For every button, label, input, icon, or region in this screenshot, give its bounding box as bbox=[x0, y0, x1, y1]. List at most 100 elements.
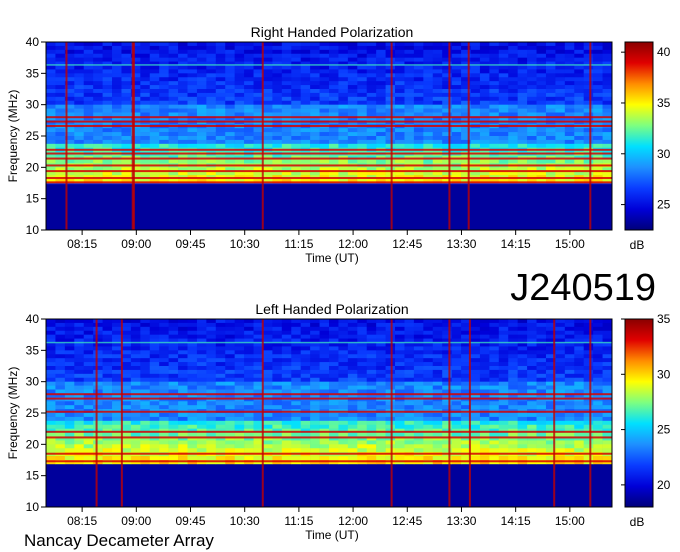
intensity-cell bbox=[470, 53, 481, 58]
intensity-cell bbox=[93, 432, 103, 437]
intensity-cell bbox=[310, 143, 320, 149]
intensity-cell bbox=[442, 440, 452, 445]
intensity-cell bbox=[215, 432, 226, 437]
intensity-cell bbox=[215, 319, 226, 324]
intensity-cell bbox=[196, 143, 207, 149]
intensity-cell bbox=[508, 362, 518, 367]
intensity-cell bbox=[225, 77, 235, 82]
intensity-cell bbox=[112, 432, 122, 437]
intensity-cell bbox=[215, 448, 226, 453]
intensity-cell bbox=[329, 45, 339, 51]
intensity-cell bbox=[121, 132, 132, 137]
intensity-cell bbox=[376, 330, 386, 335]
intensity-cell bbox=[55, 385, 66, 390]
intensity-cell bbox=[423, 350, 434, 355]
intensity-cell bbox=[432, 389, 443, 394]
intensity-cell bbox=[178, 57, 188, 62]
intensity-cell bbox=[527, 143, 537, 149]
intensity-cell bbox=[215, 401, 226, 406]
intensity-cell bbox=[272, 362, 283, 367]
intensity-cell bbox=[234, 69, 245, 74]
intensity-cell bbox=[121, 432, 132, 437]
intensity-cell bbox=[357, 362, 368, 367]
intensity-cell bbox=[262, 448, 273, 453]
intensity-cell bbox=[574, 139, 584, 145]
intensity-cell bbox=[206, 69, 217, 74]
intensity-cell bbox=[102, 132, 113, 137]
intensity-cell bbox=[178, 405, 188, 410]
intensity-cell bbox=[244, 334, 254, 339]
intensity-cell bbox=[291, 346, 301, 351]
intensity-cell bbox=[244, 366, 254, 371]
intensity-cell bbox=[178, 381, 188, 386]
colorbar-tick-label: 25 bbox=[657, 423, 671, 437]
intensity-cell bbox=[583, 73, 594, 78]
intensity-cell bbox=[140, 369, 151, 375]
intensity-cell bbox=[310, 65, 320, 70]
intensity-cell bbox=[291, 413, 301, 418]
intensity-cell bbox=[112, 136, 122, 141]
intensity-cell bbox=[310, 77, 320, 82]
intensity-cell bbox=[366, 112, 377, 117]
intensity-cell bbox=[347, 334, 358, 339]
intensity-cell bbox=[310, 319, 320, 324]
intensity-cell bbox=[357, 65, 368, 70]
intensity-cell bbox=[432, 77, 443, 82]
intensity-cell bbox=[347, 405, 358, 410]
intensity-cell bbox=[196, 369, 207, 375]
intensity-cell bbox=[451, 143, 462, 149]
intensity-cell bbox=[404, 53, 415, 58]
intensity-cell bbox=[395, 330, 405, 335]
intensity-cell bbox=[517, 77, 528, 82]
intensity-cell bbox=[479, 53, 490, 58]
intensity-cell bbox=[262, 358, 273, 363]
intensity-cell bbox=[215, 65, 226, 70]
intensity-cell bbox=[385, 330, 396, 335]
intensity-cell bbox=[517, 366, 528, 371]
intensity-cell bbox=[385, 358, 396, 363]
intensity-cell bbox=[159, 377, 169, 382]
intensity-cell bbox=[564, 346, 575, 351]
intensity-cell bbox=[83, 319, 94, 324]
intensity-cell bbox=[159, 334, 169, 339]
intensity-cell bbox=[536, 424, 547, 429]
intensity-cell bbox=[555, 420, 566, 426]
intensity-cell bbox=[404, 362, 415, 367]
intensity-cell bbox=[187, 319, 198, 324]
intensity-cell bbox=[55, 45, 66, 51]
intensity-cell bbox=[83, 334, 94, 339]
intensity-cell bbox=[46, 405, 56, 410]
intensity-cell bbox=[404, 350, 415, 355]
intensity-cell bbox=[74, 326, 85, 332]
intensity-cell bbox=[149, 92, 160, 98]
intensity-cell bbox=[385, 104, 396, 109]
intensity-cell bbox=[527, 369, 537, 375]
intensity-cell bbox=[46, 413, 56, 418]
intensity-cell bbox=[234, 92, 245, 98]
intensity-cell bbox=[536, 108, 547, 113]
intensity-cell bbox=[83, 96, 94, 102]
intensity-cell bbox=[272, 85, 283, 90]
intensity-cell bbox=[545, 128, 556, 133]
intensity-cell bbox=[413, 77, 424, 82]
intensity-cell bbox=[545, 108, 556, 113]
intensity-cell bbox=[470, 334, 481, 339]
intensity-cell bbox=[451, 112, 462, 117]
intensity-cell bbox=[272, 69, 283, 74]
intensity-cell bbox=[329, 350, 339, 355]
intensity-cell bbox=[489, 401, 500, 406]
intensity-cell bbox=[281, 49, 292, 55]
intensity-cell bbox=[423, 132, 434, 137]
intensity-cell bbox=[479, 456, 490, 461]
x-tick-label: 09:45 bbox=[175, 514, 205, 528]
intensity-cell bbox=[187, 128, 198, 133]
intensity-cell bbox=[366, 128, 377, 133]
intensity-cell bbox=[64, 354, 75, 359]
intensity-cell bbox=[300, 81, 311, 86]
intensity-cell bbox=[300, 89, 311, 94]
intensity-cell bbox=[376, 424, 386, 429]
intensity-cell bbox=[55, 53, 66, 58]
intensity-cell bbox=[234, 112, 245, 117]
intensity-cell bbox=[55, 420, 66, 426]
intensity-cell bbox=[187, 104, 198, 109]
